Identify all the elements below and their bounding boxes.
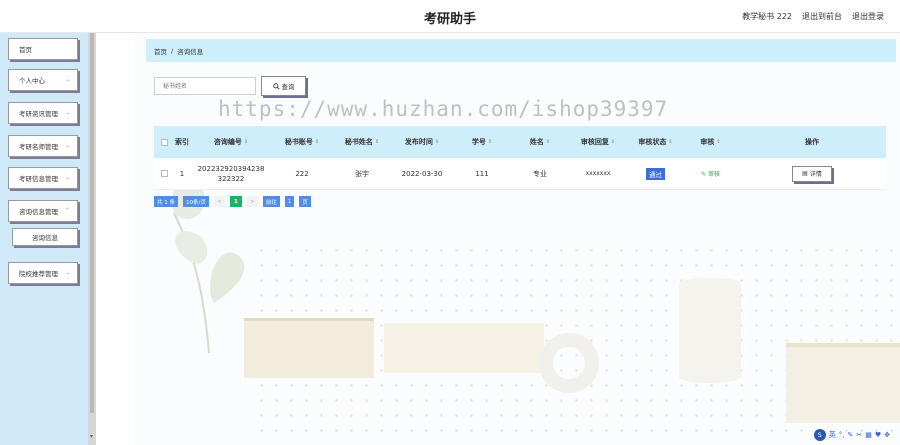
goto-page-input[interactable]: 1 [284,196,295,207]
search-icon [272,82,280,90]
ime-language-toggle[interactable]: 英 [829,430,836,440]
consult-info-table: 索引 咨询编号 ⇕ 秘书账号 ⇕ 秘书姓名 ⇕ 发布时间 ⇕ 学号 ⇕ 姓名 ⇕ 审核回复 ⇕… [154,126,886,190]
grid-icon[interactable]: ✥ [884,431,890,439]
select-all-cell [154,126,174,158]
sidebar-item-label: 首页 [19,46,32,54]
top-bar: 考研助手 教学秘书 222 退出到前台 退出登录 [0,0,900,33]
exit-to-front-link[interactable]: 退出到前台 [802,11,842,22]
watermark-text: https://www.huzhan.com/ishop39397 [218,97,669,121]
tools-icon[interactable]: ✂ [856,431,862,439]
cell-consult-no: 202232920394238322322 [197,164,265,183]
col-header-name[interactable]: 姓名 ⇕ [512,126,568,158]
col-header-secretary-account[interactable]: 秘书账号 ⇕ [272,126,332,158]
sidebar-item-label: 考研资讯管理 [19,110,58,118]
table-header-row: 索引 咨询编号 ⇕ 秘书账号 ⇕ 秘书姓名 ⇕ 发布时间 ⇕ 学号 ⇕ 姓名 ⇕ 审核回复 ⇕… [154,126,886,158]
cell-name: 专业 [533,169,547,178]
cell-index: 1 [179,169,185,178]
col-header-audit[interactable]: 审核 ⇕ [683,126,738,158]
skin-icon[interactable]: ♥ [875,431,881,439]
sidebar-item-home[interactable]: 首页 [8,38,78,60]
col-header-audit-reply[interactable]: 审核回复 ⇕ [568,126,628,158]
select-all-checkbox[interactable] [160,138,168,146]
logout-link[interactable]: 退出登录 [852,11,884,22]
input-method-toolbar: S 英 °, ✎ ✂ ▦ ♥ ✥ [813,429,890,441]
keyboard-icon[interactable]: ▦ [865,431,872,439]
cell-secretary-account: 222 [295,169,309,178]
col-header-student-no[interactable]: 学号 ⇕ [452,126,512,158]
col-header-actions: 操作 [805,138,819,146]
search-button-label: 查询 [281,83,295,91]
sidebar-item-teacher-management[interactable]: 考研名师管理 ⌄ [8,135,78,157]
sidebar-subitem-label: 咨询信息 [32,234,58,242]
sidebar-item-label: 咨询信息管理 [19,208,58,216]
audit-link[interactable]: ✎ 审核 [701,169,720,178]
chevron-down-icon: ⌄ [64,269,70,276]
sidebar-subitem-consult-info[interactable]: 咨询信息 [12,228,78,246]
decoration-box [244,318,374,378]
pagination: 共 1 条 10条/页 < 1 > 前往 1 页 [154,196,311,207]
chevron-up-icon: ⌃ [64,207,70,214]
detail-icon: ▤ [802,170,808,177]
sidebar-item-label: 院校推荐管理 [19,270,58,278]
row-select-cell [154,158,174,189]
col-header-secretary-name[interactable]: 秘书姓名 ⇕ [332,126,392,158]
next-page-button[interactable]: > [246,196,258,207]
search-button[interactable]: 查询 [261,76,306,96]
detail-button-label: 详情 [809,171,822,178]
row-checkbox[interactable] [160,170,168,177]
cell-audit-action: ✎ 审核 [683,158,738,189]
breadcrumb-separator: / [171,46,174,55]
audit-status-badge: 通过 [646,167,665,180]
sidebar-item-info-management[interactable]: 考研信息管理 ⌄ [8,167,78,189]
col-header-publish-time[interactable]: 发布时间 ⇕ [392,126,452,158]
sidebar-scroll-thumb[interactable] [90,33,94,413]
sidebar-item-label: 考研名师管理 [19,143,58,151]
decoration-cylinder [679,278,741,383]
current-page-button[interactable]: 1 [229,196,242,207]
col-header-audit-status[interactable]: 审核状态 ⇕ [628,126,683,158]
chevron-down-icon: ⌄ [64,174,70,181]
prev-page-button[interactable]: < [213,196,225,207]
sidebar-item-consult-management[interactable]: 咨询信息管理 ⌃ [8,200,78,222]
top-links: 教学秘书 222 退出到前台 退出登录 [742,11,884,22]
page-suffix-label: 页 [299,196,311,207]
pen-icon[interactable]: ✎ [847,431,853,439]
cell-audit-reply: xxxxxxx [585,170,611,177]
col-header-index: 索引 [175,137,189,146]
sidebar-item-label: 个人中心 [19,77,45,85]
cell-actions: ▤ 详情 [738,158,886,189]
secretary-name-search-input[interactable] [154,77,256,95]
chevron-down-icon: ⌄ [64,76,70,83]
goto-label: 前往 [262,196,280,207]
chevron-down-icon: ⌄ [64,109,70,116]
punctuation-icon[interactable]: °, [839,431,845,439]
cell-student-no: 111 [475,169,489,178]
sidebar-item-personal-center[interactable]: 个人中心 ⌄ [8,69,78,91]
cell-publish-time: 2022-03-30 [401,169,443,178]
sidebar-item-label: 考研信息管理 [19,175,58,183]
decoration-box [786,343,900,423]
pagination-total: 共 1 条 [154,196,178,207]
sidebar-item-news-management[interactable]: 考研资讯管理 ⌄ [8,102,78,124]
breadcrumb-home[interactable]: 首页 [154,46,167,56]
sidebar-item-school-recommend[interactable]: 院校推荐管理 ⌄ [8,262,78,284]
cell-secretary-name: 张宇 [355,169,369,178]
cell-audit-status: 通过 [628,158,683,189]
chevron-down-icon: ⌄ [64,142,70,149]
breadcrumb: 首页 / 咨询信息 [146,39,896,62]
decoration-box [384,323,544,373]
table-row: 1 202232920394238322322 222 张宇 2022-03-3… [154,158,886,190]
scroll-down-arrow-icon[interactable]: ▾ [90,433,93,440]
sidebar: 首页 个人中心 ⌄ 考研资讯管理 ⌄ 考研名师管理 ⌄ 考研信息管理 ⌄ 咨询信… [0,33,96,445]
decoration-ring [539,333,599,393]
current-user-link[interactable]: 教学秘书 222 [742,11,792,22]
breadcrumb-current: 咨询信息 [177,47,204,56]
ime-logo-icon[interactable]: S [813,429,826,441]
col-header-consult-no[interactable]: 咨询编号 ⇕ [190,126,272,158]
page-size-select[interactable]: 10条/页 [183,196,209,207]
main-content: 首页 / 咨询信息 查询 https://www.huzhan.com/isho… [134,33,900,445]
detail-button[interactable]: ▤ 详情 [792,165,832,182]
